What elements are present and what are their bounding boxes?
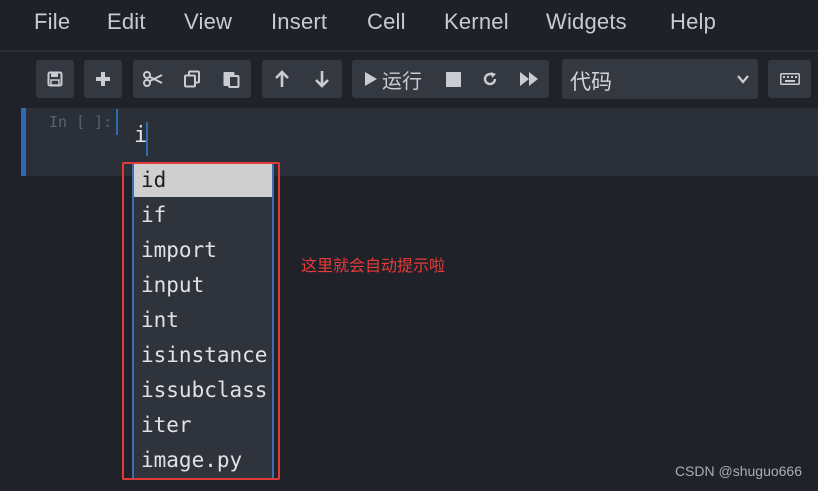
menu-edit[interactable]: Edit [107,9,146,35]
play-icon [364,71,378,87]
insert-group [84,60,122,98]
menu-kernel[interactable]: Kernel [444,9,509,35]
menu-help[interactable]: Help [670,9,716,35]
stop-icon [445,71,461,87]
input-prompt: In [ ]: [49,113,113,131]
move-up-button[interactable] [262,60,302,98]
menu-insert[interactable]: Insert [271,9,327,35]
menu-widgets[interactable]: Widgets [546,9,627,35]
menu-bar: File Edit View Insert Cell Kernel Widget… [0,0,818,50]
copy-button[interactable] [172,60,211,98]
interrupt-button[interactable] [434,60,472,98]
arrow-down-icon [314,70,330,88]
keyboard-icon [779,70,800,89]
fast-forward-icon [519,72,538,86]
paste-icon [222,70,240,88]
restart-icon [482,71,498,87]
menu-cell[interactable]: Cell [367,9,406,35]
run-group: 运行 [352,60,549,98]
run-all-button[interactable] [508,60,549,98]
cut-button[interactable] [133,60,172,98]
scissors-icon [142,70,163,88]
watermark: CSDN @shuguo666 [674,463,802,479]
run-button[interactable]: 运行 [352,60,434,98]
arrow-up-icon [274,70,290,88]
plus-icon [95,71,111,87]
move-group [262,60,342,98]
menu-view[interactable]: View [184,9,232,35]
restart-button[interactable] [472,60,508,98]
chevron-down-icon [736,71,750,90]
annotation-text: 这里就会自动提示啦 [301,256,446,275]
edit-group [133,60,251,98]
copy-icon [183,70,201,88]
move-down-button[interactable] [302,60,342,98]
prompt-divider [116,109,118,135]
save-button[interactable] [36,60,74,98]
paste-button[interactable] [211,60,251,98]
cell-type-select[interactable]: 代码 [562,59,758,99]
insert-cell-button[interactable] [84,60,122,98]
command-palette-button[interactable] [768,60,811,98]
annotation-highlight-box [122,162,280,480]
run-label: 运行 [382,68,422,93]
save-group [36,60,74,98]
cell-type-value: 代码 [570,70,612,94]
save-icon [47,71,63,87]
text-cursor [146,122,148,156]
menu-file[interactable]: File [34,9,70,35]
